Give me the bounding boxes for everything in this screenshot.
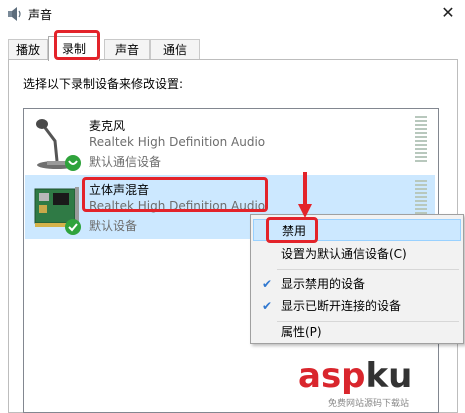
checkmark-icon: ✔	[262, 299, 273, 313]
device-status: 默认设备	[89, 219, 138, 233]
close-icon: ✕	[441, 3, 455, 22]
tab-playback[interactable]: 播放	[8, 39, 48, 60]
device-description: Realtek High Definition Audio	[89, 135, 266, 149]
menu-item-properties[interactable]: 属性(P)	[253, 323, 461, 341]
title-bar: 声音 ✕	[0, 0, 465, 28]
tab-communications[interactable]: 通信	[150, 39, 200, 60]
site-watermark: aspku 免费网站源码下载站	[298, 356, 413, 409]
device-item-microphone[interactable]: 麦克风 Realtek High Definition Audio 默认通信设备	[25, 111, 435, 175]
level-meter	[415, 116, 427, 166]
checkmark-icon: ✔	[262, 277, 273, 291]
menu-item-show-disconnected[interactable]: ✔ 显示已断开连接的设备	[253, 295, 461, 317]
highlight-stereo-mix	[82, 177, 268, 212]
sound-card-icon	[34, 187, 81, 235]
menu-item-show-disabled[interactable]: ✔ 显示禁用的设备	[253, 273, 461, 295]
highlight-recording-tab	[54, 30, 100, 60]
sound-dialog: 声音 ✕ 播放 录制 声音 通信 选择以下录制设备来修改设置: 麦克风 Real…	[0, 0, 465, 413]
microphone-icon	[36, 119, 81, 171]
window-title: 声音	[28, 8, 53, 22]
menu-separator	[277, 269, 459, 270]
arrow-down-icon	[298, 172, 312, 218]
speaker-icon	[8, 7, 21, 21]
close-button[interactable]: ✕	[431, 0, 465, 28]
watermark-brand-suffix: ku	[365, 356, 413, 396]
device-status: 默认通信设备	[89, 155, 162, 169]
watermark-brand: asp	[298, 356, 366, 396]
highlight-disable-item	[266, 217, 318, 243]
menu-item-set-default-communication[interactable]: 设置为默认通信设备(C)	[253, 243, 461, 265]
tab-sounds[interactable]: 声音	[104, 39, 150, 60]
watermark-tagline: 免费网站源码下载站	[328, 399, 410, 409]
instruction-text: 选择以下录制设备来修改设置:	[23, 77, 184, 91]
device-name: 麦克风	[89, 119, 126, 133]
menu-separator	[277, 321, 459, 322]
